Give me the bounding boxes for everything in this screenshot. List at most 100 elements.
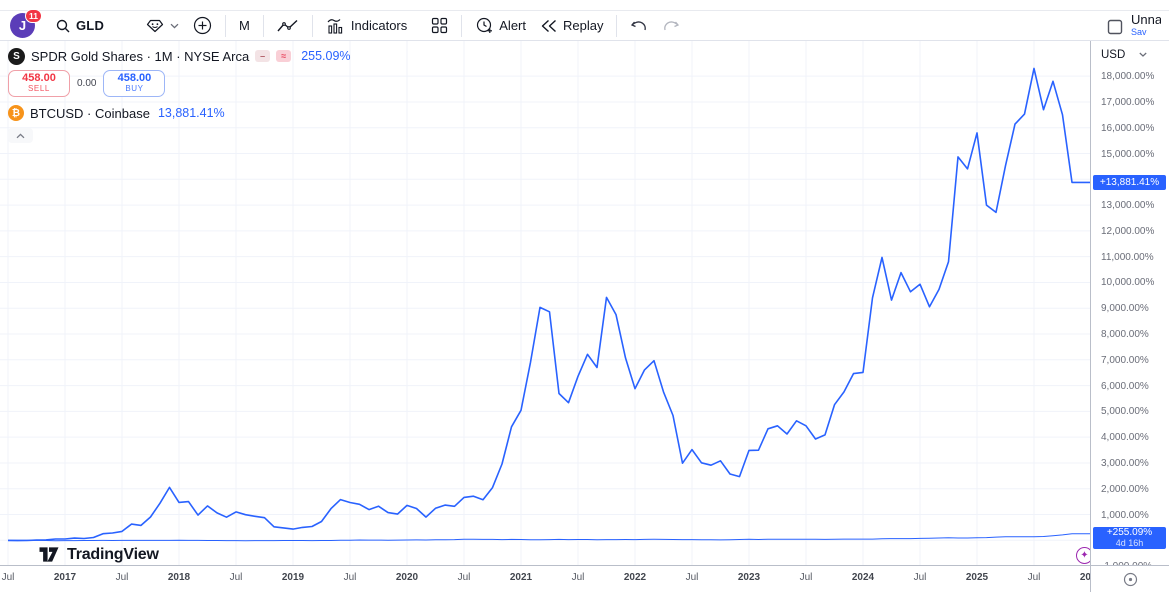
price-tick-label: 9,000.00% (1101, 303, 1149, 314)
chevron-down-icon (170, 23, 179, 29)
time-tick-month: Jul (230, 572, 243, 583)
buy-button[interactable]: 458.00 BUY (103, 70, 165, 97)
price-tick-label: 11,000.00% (1101, 252, 1154, 263)
time-tick-month: Jul (2, 572, 15, 583)
main-symbol-row[interactable]: S SPDR Gold Shares · 1M · NYSE Arca – ≈ … (8, 46, 351, 66)
layout-name-menu[interactable]: Unna Sav (1131, 14, 1161, 38)
time-tick-month: Jul (1028, 572, 1041, 583)
sell-button[interactable]: 458.00 SELL (8, 70, 70, 97)
time-tick-month: Jul (686, 572, 699, 583)
time-tick-year: 2021 (510, 572, 532, 583)
time-tick-year: 2023 (738, 572, 760, 583)
time-tick-year: 2025 (966, 572, 988, 583)
alert-label: Alert (499, 18, 526, 33)
price-tick-label: 15,000.00% (1101, 149, 1154, 160)
chart-legend: S SPDR Gold Shares · 1M · NYSE Arca – ≈ … (8, 46, 351, 143)
price-axis[interactable]: USD 18,000.00% 17,000.00% 16,000.00% 15,000… (1090, 41, 1169, 565)
undo-icon (630, 19, 648, 33)
symbol-search-button[interactable]: GLD (48, 13, 111, 39)
interval-label: M (239, 18, 250, 33)
interval-button[interactable]: M (232, 13, 257, 39)
time-tick-labels: Jul2017Jul2018Jul2019Jul2020Jul2021Jul20… (0, 566, 1090, 592)
price-tick-label: 8,000.00% (1101, 329, 1149, 340)
spread-value: 0.00 (77, 78, 96, 89)
plus-circle-icon (193, 16, 212, 35)
gld-series-line[interactable] (8, 534, 1090, 541)
time-tick-year: 2020 (396, 572, 418, 583)
save-link[interactable]: Sav (1131, 26, 1161, 38)
bitcoin-icon: ₿ (8, 105, 24, 121)
replay-button[interactable]: Replay (533, 13, 610, 39)
price-tick-label: 5,000.00% (1101, 406, 1149, 417)
price-tick-label: 12,000.00% (1101, 226, 1154, 237)
compare-symbol-row[interactable]: ₿ BTCUSD · Coinbase 13,881.41% (8, 104, 351, 122)
currency-selector[interactable]: USD (1091, 41, 1169, 63)
replay-label: Replay (563, 18, 603, 33)
time-tick-year: 2018 (168, 572, 190, 583)
layout-square-icon[interactable] (1107, 19, 1123, 35)
alert-clock-icon (475, 16, 494, 35)
time-axis[interactable]: Jul2017Jul2018Jul2019Jul2020Jul2021Jul20… (0, 565, 1169, 591)
gld-badge-countdown: 4d 16h (1093, 538, 1166, 548)
order-panel: 458.00 SELL 0.00 458.00 BUY (8, 70, 351, 97)
market-status-icon[interactable]: – (255, 50, 270, 62)
price-tick-label: 17,000.00% (1101, 97, 1154, 108)
undo-button[interactable] (623, 13, 655, 39)
session-target-icon[interactable] (1123, 572, 1138, 587)
layout-name: Unna (1131, 14, 1161, 26)
indicators-button[interactable]: Indicators (319, 13, 414, 39)
redo-icon (662, 19, 680, 33)
alert-button[interactable]: Alert (468, 13, 533, 39)
time-tick-year: 2022 (624, 572, 646, 583)
time-tick-month: Jul (914, 572, 927, 583)
gem-icon (146, 18, 164, 34)
sell-label: SELL (28, 84, 50, 94)
btc-last-price-badge: +13,881.41% (1093, 175, 1166, 190)
flash-icon[interactable]: ✦ (1076, 547, 1090, 564)
price-tick-label: 7,000.00% (1101, 355, 1149, 366)
notification-badge: 11 (25, 9, 42, 23)
user-menu[interactable]: J 11 (10, 13, 38, 39)
gem-menu-button[interactable] (139, 13, 186, 39)
buy-price: 458.00 (118, 73, 152, 83)
redo-button[interactable] (655, 13, 687, 39)
chevron-down-icon (1139, 52, 1147, 57)
price-tick-label: 3,000.00% (1101, 458, 1149, 469)
price-tick-label: 13,000.00% (1101, 200, 1154, 211)
compare-symbol-title[interactable]: BTCUSD · Coinbase (30, 106, 150, 121)
gld-badge-change: +255.09% (1093, 528, 1166, 538)
tradingview-watermark: TradingView (38, 545, 159, 564)
chart-style-button[interactable] (270, 13, 306, 39)
price-tick-label: 10,000.00% (1101, 277, 1154, 288)
time-tick-year: 2019 (282, 572, 304, 583)
time-tick-year: 2024 (852, 572, 874, 583)
layout-grid-button[interactable] (424, 13, 455, 39)
grid-layout-icon (431, 17, 448, 34)
time-tick-month: Jul (572, 572, 585, 583)
price-tick-label: 4,000.00% (1101, 432, 1149, 443)
line-chart-icon (277, 19, 299, 33)
chart-pane[interactable]: S SPDR Gold Shares · 1M · NYSE Arca – ≈ … (0, 41, 1090, 565)
price-tick-label: 2,000.00% (1101, 484, 1149, 495)
symbol-search-label: GLD (76, 18, 104, 33)
compare-add-button[interactable] (186, 13, 219, 39)
legend-collapse-button[interactable] (8, 128, 33, 143)
time-tick-month: Jul (800, 572, 813, 583)
price-tick-label: 6,000.00% (1101, 381, 1149, 392)
price-tick-label: 1,000.00% (1101, 510, 1149, 521)
time-tick-month: Jul (344, 572, 357, 583)
buy-label: BUY (125, 84, 143, 94)
tradingview-logo-icon (38, 545, 60, 564)
price-tick-label: 16,000.00% (1101, 123, 1154, 134)
indicators-icon (326, 17, 346, 35)
data-status-icon[interactable]: ≈ (276, 50, 291, 62)
compare-change-percent: 13,881.41% (158, 106, 225, 120)
currency-label: USD (1101, 49, 1125, 61)
time-tick-month: Jul (458, 572, 471, 583)
top-toolbar: J 11 GLD (0, 10, 1169, 41)
tradingview-watermark-text: TradingView (67, 546, 159, 564)
symbol-title[interactable]: SPDR Gold Shares · 1M · NYSE Arca (31, 49, 249, 64)
search-icon (55, 18, 71, 34)
price-tick-label: 18,000.00% (1101, 71, 1154, 82)
symbol-change-percent: 255.09% (301, 49, 350, 63)
